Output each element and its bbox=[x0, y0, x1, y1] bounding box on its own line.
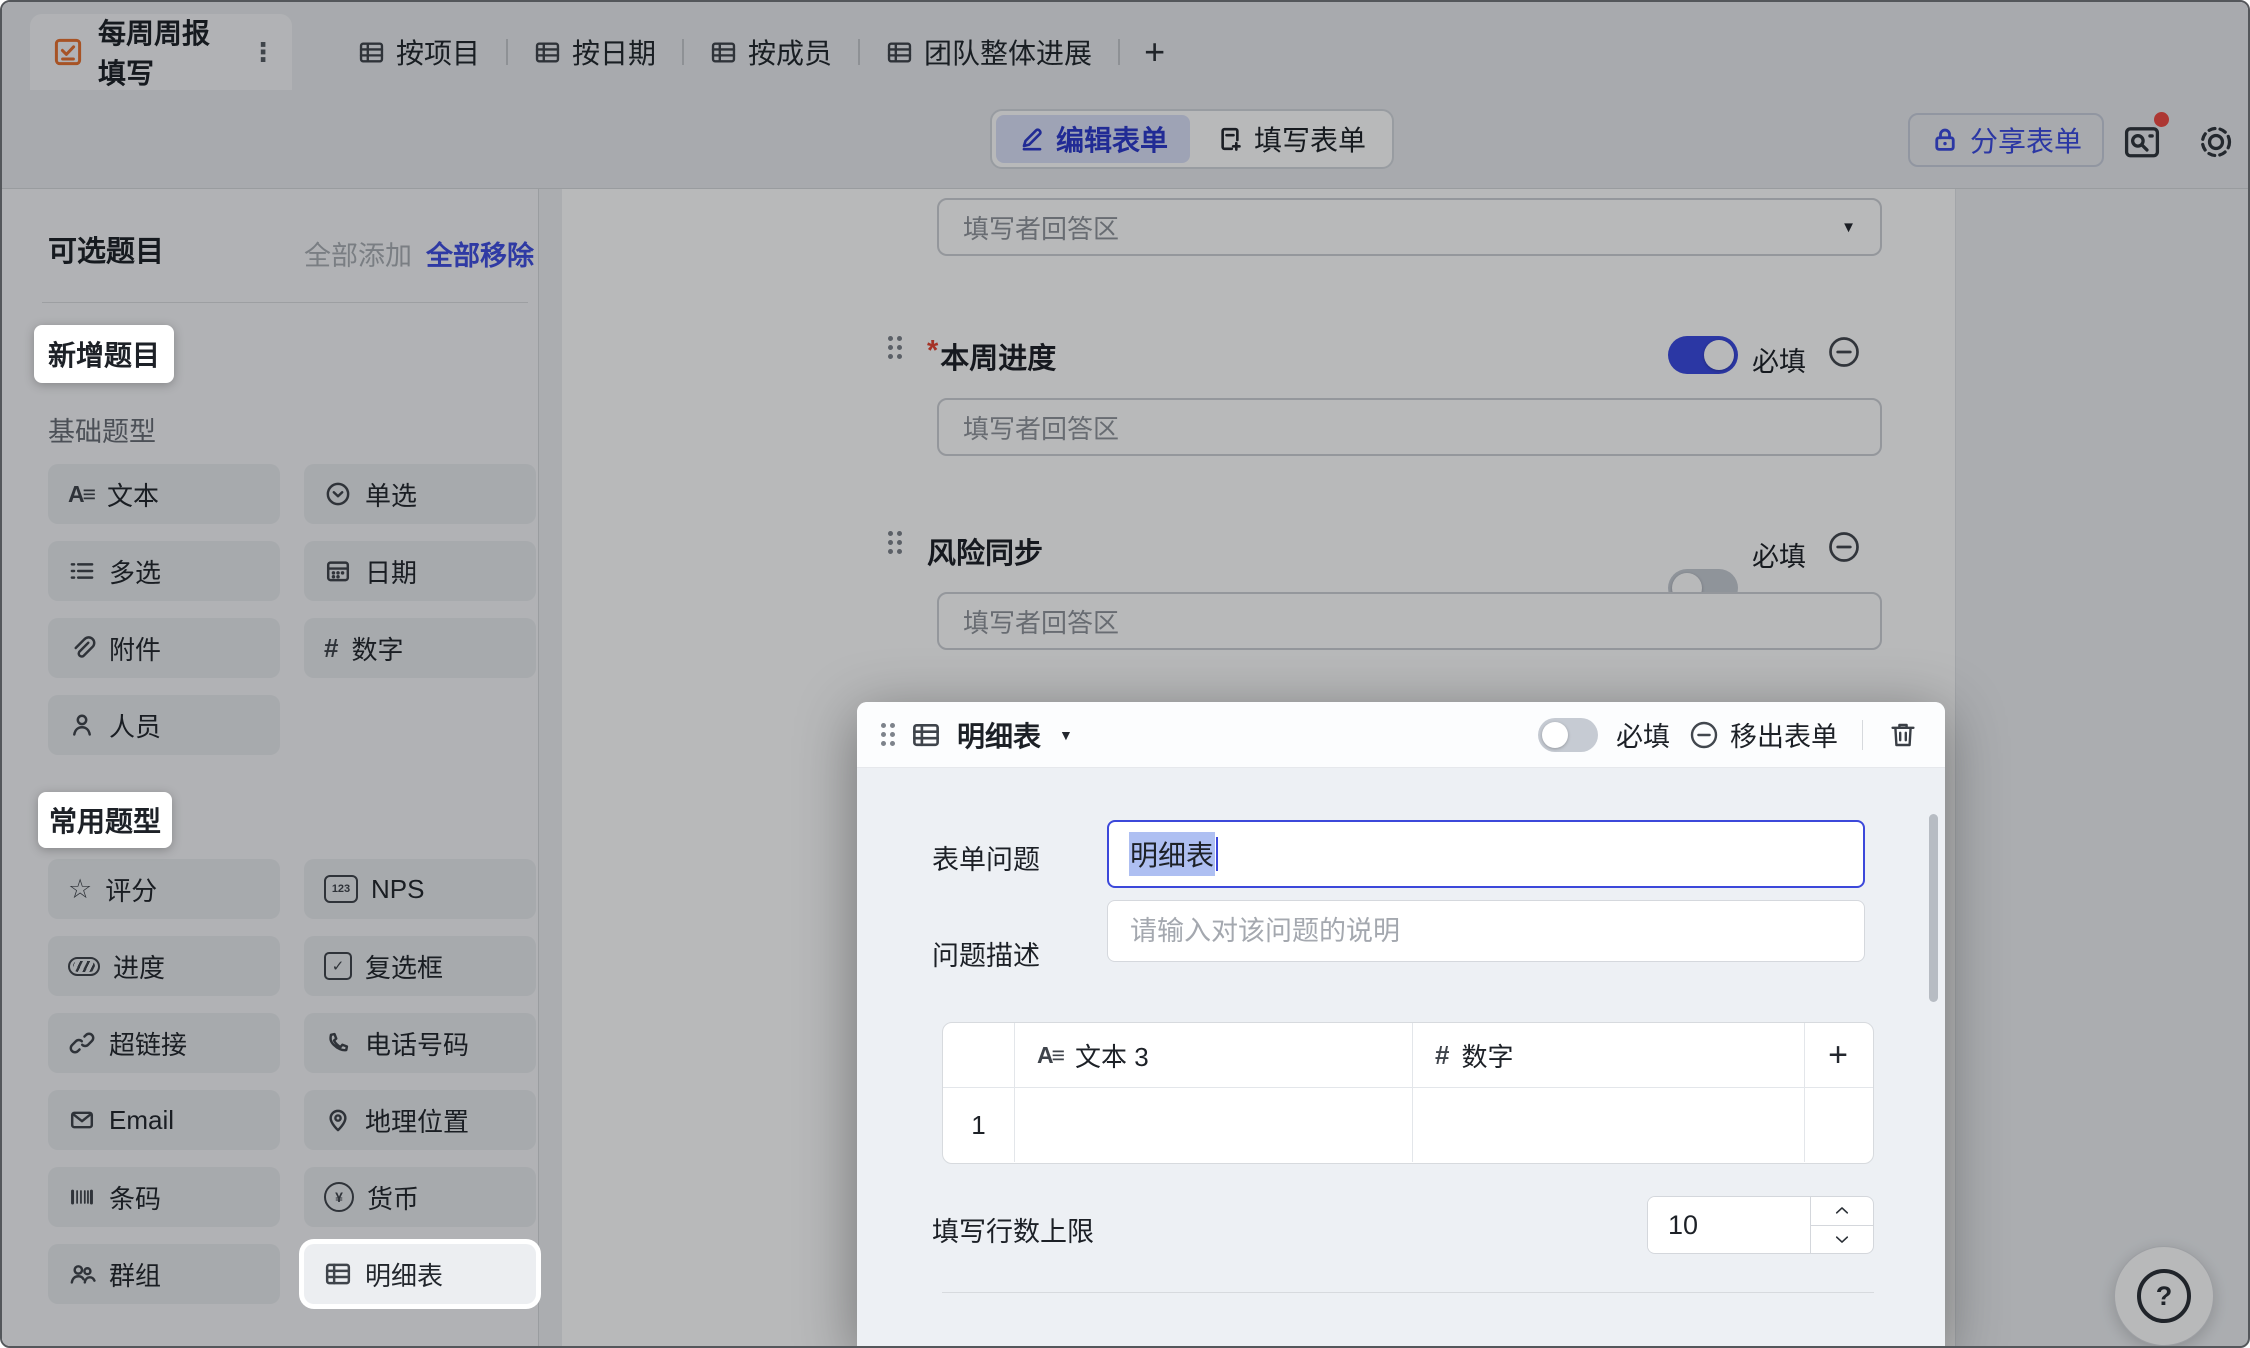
drag-handle[interactable] bbox=[881, 723, 895, 746]
add-column-button[interactable]: + bbox=[1805, 1023, 1871, 1087]
header-divider bbox=[1862, 720, 1863, 750]
stepper-up-button[interactable] bbox=[1811, 1197, 1873, 1226]
subtable-grid-icon bbox=[324, 1260, 352, 1288]
panel-header: 明细表 ▼ 必填 移出表单 bbox=[857, 702, 1945, 768]
type-dropdown-caret-icon[interactable]: ▼ bbox=[1059, 727, 1073, 743]
subtable-editor-panel: 明细表 ▼ 必填 移出表单 表单问题 bbox=[857, 702, 1945, 1348]
question-title-input[interactable]: 明细表 bbox=[1107, 820, 1865, 888]
question-desc-field bbox=[1107, 900, 1865, 962]
subtable-grid-icon bbox=[911, 720, 941, 750]
question-desc-input[interactable] bbox=[1128, 915, 1844, 948]
row-limit-field bbox=[1647, 1196, 1874, 1254]
row-limit-input[interactable] bbox=[1648, 1197, 1808, 1253]
row-limit-label: 填写行数上限 bbox=[932, 1210, 1094, 1249]
remove-from-form-button[interactable]: 移出表单 bbox=[1688, 715, 1838, 754]
empty-cell[interactable] bbox=[1015, 1088, 1413, 1162]
column-text[interactable]: A≡ 文本 3 bbox=[1015, 1023, 1413, 1087]
empty-cell[interactable] bbox=[1413, 1088, 1805, 1162]
required-toggle-off[interactable] bbox=[1538, 718, 1598, 752]
hash-icon: # bbox=[1435, 1040, 1449, 1071]
text-field-icon: A≡ bbox=[1037, 1042, 1063, 1069]
type-button-subtable[interactable]: 明细表 bbox=[304, 1244, 536, 1304]
column-number[interactable]: # 数字 bbox=[1413, 1023, 1805, 1087]
question-desc-label: 问题描述 bbox=[932, 934, 1040, 973]
section-new-question-highlight: 新增题目 bbox=[34, 325, 174, 383]
row-index-cell: 1 bbox=[943, 1088, 1015, 1162]
app-window: 每周周报填写 ⋮ 按项目 按日期 按成员 bbox=[0, 0, 2250, 1348]
row-index-header-cell bbox=[943, 1023, 1015, 1087]
text-caret bbox=[1216, 837, 1218, 871]
question-title-label: 表单问题 bbox=[932, 838, 1040, 877]
section-common-types-highlight: 常用题型 bbox=[38, 792, 172, 848]
subtable-data-row: 1 bbox=[943, 1088, 1873, 1162]
number-stepper bbox=[1810, 1197, 1873, 1253]
selected-text: 明细表 bbox=[1129, 832, 1215, 876]
panel-scrollbar-thumb[interactable] bbox=[1929, 814, 1938, 1002]
subtable-header-row: A≡ 文本 3 # 数字 + bbox=[943, 1023, 1873, 1088]
subtable-preview: A≡ 文本 3 # 数字 + 1 bbox=[942, 1022, 1874, 1164]
type-label: 明细表 bbox=[365, 1256, 443, 1293]
required-label: 必填 bbox=[1616, 715, 1670, 754]
empty-cell bbox=[1805, 1088, 1871, 1162]
stepper-down-button[interactable] bbox=[1811, 1226, 1873, 1254]
minus-circle-icon bbox=[1688, 719, 1720, 751]
panel-divider bbox=[942, 1292, 1874, 1293]
field-type-label: 明细表 bbox=[957, 715, 1041, 755]
trash-icon[interactable] bbox=[1887, 719, 1919, 751]
